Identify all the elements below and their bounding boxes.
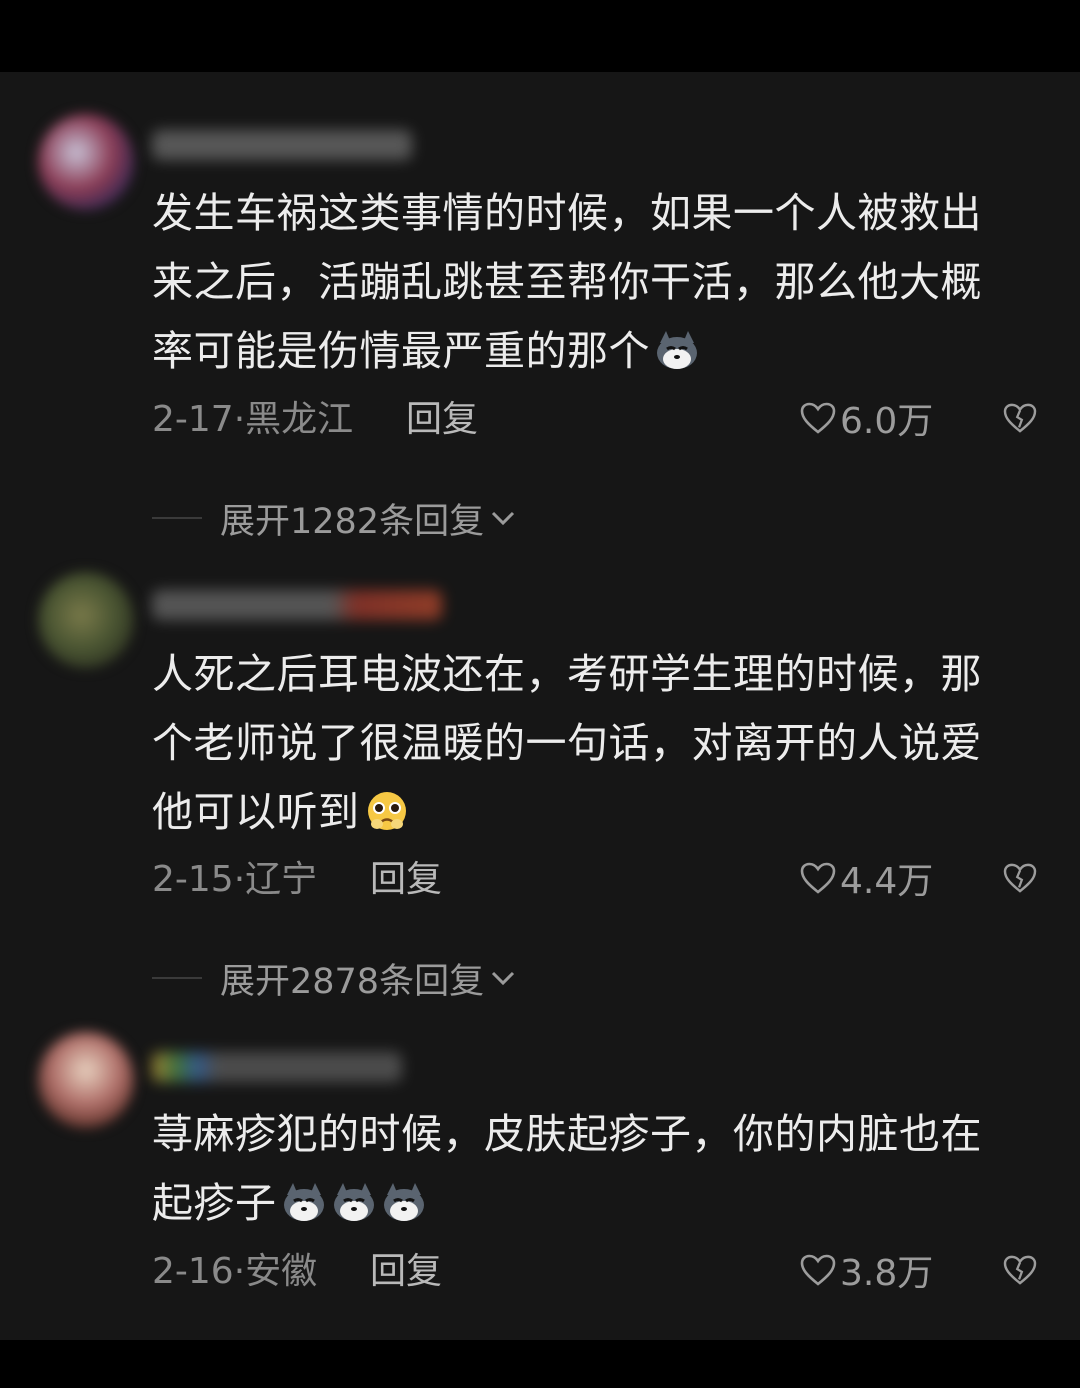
like-button[interactable]: 3.8万 <box>800 1248 933 1294</box>
heart-icon <box>800 402 836 434</box>
dislike-button[interactable] <box>1000 1248 1040 1292</box>
dislike-button[interactable] <box>1000 856 1040 900</box>
username-blurred[interactable] <box>152 590 442 620</box>
comment-text: 荨麻疹犯的时候，皮肤起疹子，你的内脏也在起疹子 <box>152 1110 982 1227</box>
comment-text: 发生车祸这类事情的时候，如果一个人被救出来之后，活蹦乱跳甚至帮你干活，那么他大概… <box>152 189 982 375</box>
heart-icon <box>800 862 836 894</box>
avatar[interactable] <box>38 114 134 210</box>
expand-replies-label: 展开1282条回复 <box>220 501 485 542</box>
avatar[interactable] <box>38 572 134 668</box>
reply-button[interactable]: 回复 <box>370 1250 442 1294</box>
like-count: 6.0万 <box>840 401 934 442</box>
comment-date-location: 2-17·黑龙江 <box>152 399 354 440</box>
username-blurred[interactable] <box>152 130 412 160</box>
divider-line <box>152 517 202 519</box>
like-count: 3.8万 <box>840 1253 934 1294</box>
comment-date-location: 2-16·安徽 <box>152 1251 318 1292</box>
like-button[interactable]: 4.4万 <box>800 856 933 902</box>
comment-list: 发生车祸这类事情的时候，如果一个人被救出来之后，活蹦乱跳甚至帮你干活，那么他大概… <box>0 72 1080 1340</box>
username-blurred[interactable] <box>152 1052 402 1082</box>
broken-heart-icon <box>1003 863 1037 893</box>
heart-icon <box>800 1254 836 1286</box>
reply-button[interactable]: 回复 <box>370 858 442 902</box>
expand-replies-label: 展开2878条回复 <box>220 961 485 1002</box>
comment-date-location: 2-15·辽宁 <box>152 859 318 900</box>
chevron-down-icon <box>490 969 516 987</box>
expand-replies-button[interactable]: 展开2878条回复 <box>152 956 516 1002</box>
husky-emoji-icon <box>657 331 697 369</box>
expand-replies-button[interactable]: 展开1282条回复 <box>152 496 516 542</box>
broken-heart-icon <box>1003 1255 1037 1285</box>
husky-emoji-icon <box>333 1183 374 1221</box>
like-button[interactable]: 6.0万 <box>800 396 933 442</box>
husky-emoji-icon <box>383 1183 424 1221</box>
like-count: 4.4万 <box>840 861 934 902</box>
pleading-face-emoji-icon <box>367 792 406 830</box>
divider-line <box>152 977 202 979</box>
reply-button[interactable]: 回复 <box>406 398 478 442</box>
comment-text: 人死之后耳电波还在，考研学生理的时候，那个老师说了很温暖的一句话，对离开的人说爱… <box>152 650 982 836</box>
chevron-down-icon <box>490 509 516 527</box>
broken-heart-icon <box>1003 403 1037 433</box>
dislike-button[interactable] <box>1000 396 1040 440</box>
avatar[interactable] <box>38 1032 134 1128</box>
husky-emoji-icon <box>283 1183 324 1221</box>
